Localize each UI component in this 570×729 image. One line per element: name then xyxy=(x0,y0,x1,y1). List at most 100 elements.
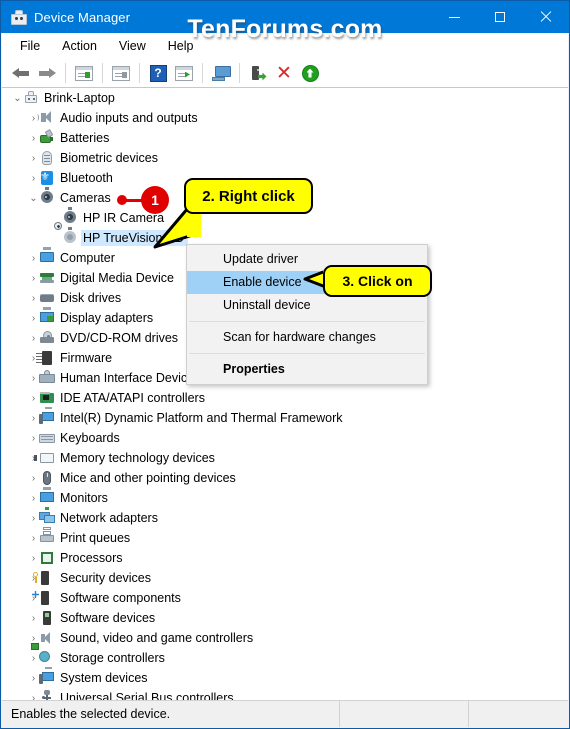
tree-item-label: Monitors xyxy=(60,491,108,505)
dvd-drive-icon xyxy=(39,330,55,346)
tree-item-label: Software components xyxy=(60,591,181,605)
menu-item-action[interactable]: Action xyxy=(53,36,106,56)
computer-icon xyxy=(23,90,39,106)
tree-item-label: Cameras xyxy=(60,191,111,205)
chevron-right-icon[interactable]: › xyxy=(28,253,39,264)
tree-item-label: Mice and other pointing devices xyxy=(60,471,236,485)
close-button[interactable] xyxy=(523,1,569,33)
chevron-right-icon[interactable]: › xyxy=(28,493,39,504)
context-menu-item-properties[interactable]: Properties xyxy=(187,358,427,381)
tree-item-print-queues[interactable]: › Print queues xyxy=(2,527,568,548)
chevron-right-icon[interactable]: › xyxy=(28,673,39,684)
chevron-right-icon[interactable]: › xyxy=(28,333,39,344)
tree-root-brink-laptop[interactable]: ⌄ Brink-Laptop xyxy=(2,88,568,108)
chevron-right-icon[interactable]: › xyxy=(28,653,39,664)
toolbar-separator xyxy=(202,63,203,83)
scan-for-hardware-changes-icon[interactable] xyxy=(208,61,234,85)
display-adapter-icon xyxy=(39,307,55,326)
enable-device-icon[interactable] xyxy=(245,61,271,85)
context-menu-separator xyxy=(189,353,425,354)
tree-item-audio-inputs-and-outputs[interactable]: › Audio inputs and outputs xyxy=(2,108,568,128)
tree-item-sound-video-and-game-controllers[interactable]: › Sound, video and game controllers xyxy=(2,628,568,648)
help-icon[interactable]: ? xyxy=(145,61,171,85)
tree-item-network-adapters[interactable]: › Network adapters xyxy=(2,507,568,528)
tree-item-label: Keyboards xyxy=(60,431,120,445)
chevron-right-icon[interactable]: › xyxy=(28,373,39,384)
security-device-icon xyxy=(33,570,55,586)
tree-item-security-devices[interactable]: › Security devices xyxy=(2,568,568,588)
chevron-right-icon[interactable]: › xyxy=(28,353,39,364)
tree-item-intel-dynamic-platform[interactable]: › Intel(R) Dynamic Platform and Thermal … xyxy=(2,407,568,428)
processor-icon xyxy=(39,550,55,566)
media-device-icon xyxy=(39,270,55,286)
tree-item-monitors[interactable]: › Monitors xyxy=(2,487,568,508)
tree-item-keyboards[interactable]: › Keyboards xyxy=(2,428,568,448)
chevron-right-icon[interactable]: › xyxy=(28,273,39,284)
chevron-right-icon[interactable]: › xyxy=(28,293,39,304)
device-manager-window: Device Manager TenForums.com File Action… xyxy=(0,0,570,729)
window-controls xyxy=(431,1,569,33)
menu-item-view[interactable]: View xyxy=(110,36,155,56)
status-bar: Enables the selected device. xyxy=(2,700,568,727)
ide-controller-icon xyxy=(39,390,55,406)
chevron-right-icon[interactable]: › xyxy=(28,413,39,424)
maximize-button[interactable] xyxy=(477,1,523,33)
chevron-down-icon[interactable]: ⌄ xyxy=(28,193,39,204)
menu-item-file[interactable]: File xyxy=(11,36,49,56)
tree-item-ide-ata-atapi-controllers[interactable]: › IDE ATA/ATAPI controllers xyxy=(2,388,568,408)
tree-item-mice-and-other-pointing-devices[interactable]: › Mice and other pointing devices xyxy=(2,468,568,488)
tree-item-storage-controllers[interactable]: › Storage controllers xyxy=(2,643,568,668)
chevron-down-icon[interactable]: ⌄ xyxy=(12,93,23,104)
chevron-right-icon[interactable]: › xyxy=(28,433,39,444)
chevron-right-icon[interactable]: › xyxy=(28,613,39,624)
camera-disabled-icon xyxy=(54,222,78,246)
tree-item-software-components[interactable]: › Software components xyxy=(2,588,568,608)
tree-item-batteries[interactable]: › Batteries xyxy=(2,128,568,148)
chevron-right-icon[interactable]: › xyxy=(28,173,39,184)
tree-item-label: DVD/CD-ROM drives xyxy=(60,331,179,345)
forward-arrow-icon[interactable] xyxy=(34,61,60,85)
chevron-right-icon[interactable]: › xyxy=(28,533,39,544)
battery-icon xyxy=(39,128,55,146)
uninstall-device-icon[interactable]: ✕ xyxy=(271,61,297,85)
chevron-right-icon[interactable]: › xyxy=(28,473,39,484)
context-menu-separator xyxy=(189,321,425,322)
chevron-right-icon[interactable]: › xyxy=(28,153,39,164)
minimize-button[interactable] xyxy=(431,1,477,33)
back-arrow-icon[interactable] xyxy=(8,61,34,85)
update-device-icon[interactable] xyxy=(297,61,323,85)
tree-item-biometric-devices[interactable]: › Biometric devices xyxy=(2,148,568,168)
menu-bar: File Action View Help xyxy=(2,33,568,60)
hid-icon xyxy=(39,370,55,386)
context-menu-item-scan-for-hardware-changes[interactable]: Scan for hardware changes xyxy=(187,326,427,349)
maximize-icon xyxy=(495,12,505,22)
tree-item-label: Audio inputs and outputs xyxy=(60,111,198,125)
toolbar-separator xyxy=(239,63,240,83)
tree-item-system-devices[interactable]: › System devices xyxy=(2,667,568,688)
chevron-right-icon[interactable]: › xyxy=(28,633,39,644)
tree-item-label: System devices xyxy=(60,671,148,685)
chevron-right-icon[interactable]: › xyxy=(28,553,39,564)
chevron-right-icon[interactable]: › xyxy=(28,393,39,404)
minimize-icon xyxy=(448,16,460,18)
step3-callout: 3. Click on xyxy=(323,265,432,297)
chevron-right-icon[interactable]: › xyxy=(28,133,39,144)
context-menu-item-uninstall-device[interactable]: Uninstall device xyxy=(187,294,427,317)
device-manager-icon xyxy=(10,9,27,25)
show-hide-console-tree-icon[interactable] xyxy=(71,61,97,85)
monitor-icon xyxy=(39,487,55,506)
software-device-icon xyxy=(39,610,55,626)
bluetooth-icon: ⚜ xyxy=(39,170,55,186)
update-driver-icon[interactable] xyxy=(171,61,197,85)
properties-icon[interactable] xyxy=(108,61,134,85)
menu-item-help[interactable]: Help xyxy=(159,36,203,56)
chevron-right-icon[interactable]: › xyxy=(28,513,39,524)
tree-item-processors[interactable]: › Processors xyxy=(2,548,568,568)
network-adapter-icon xyxy=(39,507,55,526)
toolbar-separator xyxy=(139,63,140,83)
tree-item-memory-technology-devices[interactable]: › Memory technology devices xyxy=(2,448,568,468)
tree-item-software-devices[interactable]: › Software devices xyxy=(2,608,568,628)
chevron-right-icon[interactable]: › xyxy=(28,313,39,324)
tree-item-label: Display adapters xyxy=(60,311,154,325)
tree-item-label: Biometric devices xyxy=(60,151,158,165)
